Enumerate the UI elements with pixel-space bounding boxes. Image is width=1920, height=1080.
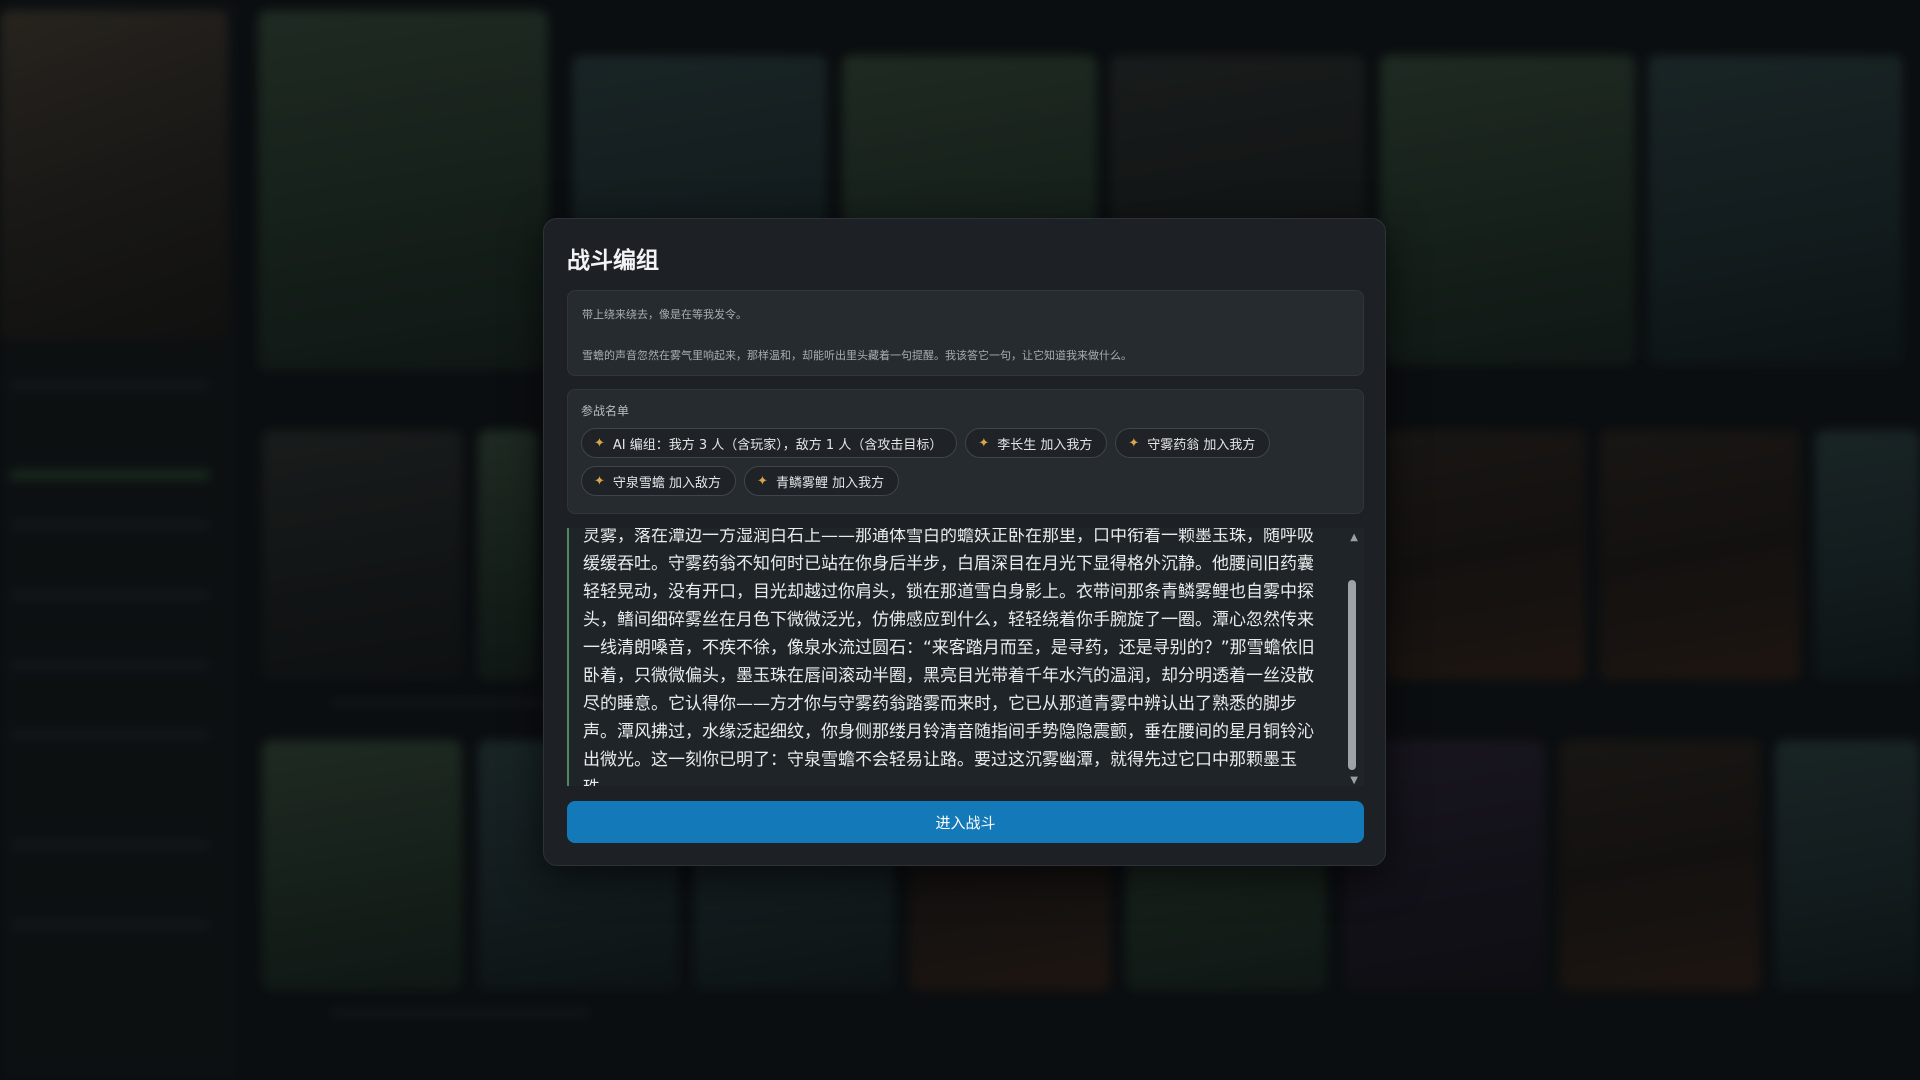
enter-battle-button[interactable]: 进入战斗 (567, 801, 1364, 843)
chip-label: 李长生 加入我方 (997, 437, 1093, 453)
roster-chip-shouquan-xuechan[interactable]: ✦ 守泉雪蟾 加入敌方 (581, 466, 737, 496)
story-text: 灵雾，落在潭边一方湿润白石上——那通体雪白的蟾妖正卧在那里，口中衔着一颗墨玉珠，… (583, 528, 1315, 786)
roster-chip-qinglin-wuli[interactable]: ✦ 青鳞雾鲤 加入我方 (744, 466, 900, 496)
intro-line: 带上绕来绕去，像是在等我发令。 (582, 308, 747, 321)
chip-label: 青鳞雾鲤 加入我方 (775, 475, 885, 491)
scrollbar-thumb[interactable] (1348, 580, 1356, 770)
roster-panel: 参战名单 ✦ AI 编组：我方 3 人（含玩家），敌方 1 人（含攻击目标） ✦… (567, 389, 1364, 514)
star-icon: ✦ (978, 435, 990, 451)
chip-label: 守雾药翁 加入我方 (1147, 437, 1256, 453)
roster-chip-shouwu-yaoweng[interactable]: ✦ 守雾药翁 加入我方 (1115, 428, 1271, 458)
scroll-down-arrow-icon[interactable]: ▼ (1350, 775, 1358, 786)
chip-label: 守泉雪蟾 加入敌方 (612, 475, 722, 491)
roster-chips: ✦ AI 编组：我方 3 人（含玩家），敌方 1 人（含攻击目标） ✦ 李长生 … (581, 428, 1350, 496)
star-icon: ✦ (594, 473, 605, 489)
star-icon: ✦ (757, 473, 768, 489)
chip-label: AI 编组：我方 3 人（含玩家），敌方 1 人（含攻击目标） (612, 437, 943, 453)
star-icon: ✦ (1128, 435, 1140, 451)
roster-title: 参战名单 (581, 404, 630, 418)
intro-text-box: 带上绕来绕去，像是在等我发令。 雪蟾的声音忽然在雾气里响起来，那样温和，却能听出… (567, 290, 1364, 376)
battle-formation-dialog: 战斗编组 带上绕来绕去，像是在等我发令。 雪蟾的声音忽然在雾气里响起来，那样温和… (543, 218, 1386, 866)
intro-line: 雪蟾的声音忽然在雾气里响起来，那样温和，却能听出里头藏着一句提醒。我该答它一句，… (582, 349, 1132, 362)
story-text-area[interactable]: 灵雾，落在潭边一方湿润白石上——那通体雪白的蟾妖正卧在那里，口中衔着一颗墨玉珠，… (567, 528, 1364, 786)
star-icon: ✦ (594, 435, 605, 451)
scroll-up-arrow-icon[interactable]: ▲ (1350, 532, 1358, 543)
roster-chip-ai-formation[interactable]: ✦ AI 编组：我方 3 人（含玩家），敌方 1 人（含攻击目标） (581, 428, 958, 458)
dialog-title: 战斗编组 (567, 248, 659, 274)
roster-chip-li-changsheng[interactable]: ✦ 李长生 加入我方 (965, 428, 1108, 458)
